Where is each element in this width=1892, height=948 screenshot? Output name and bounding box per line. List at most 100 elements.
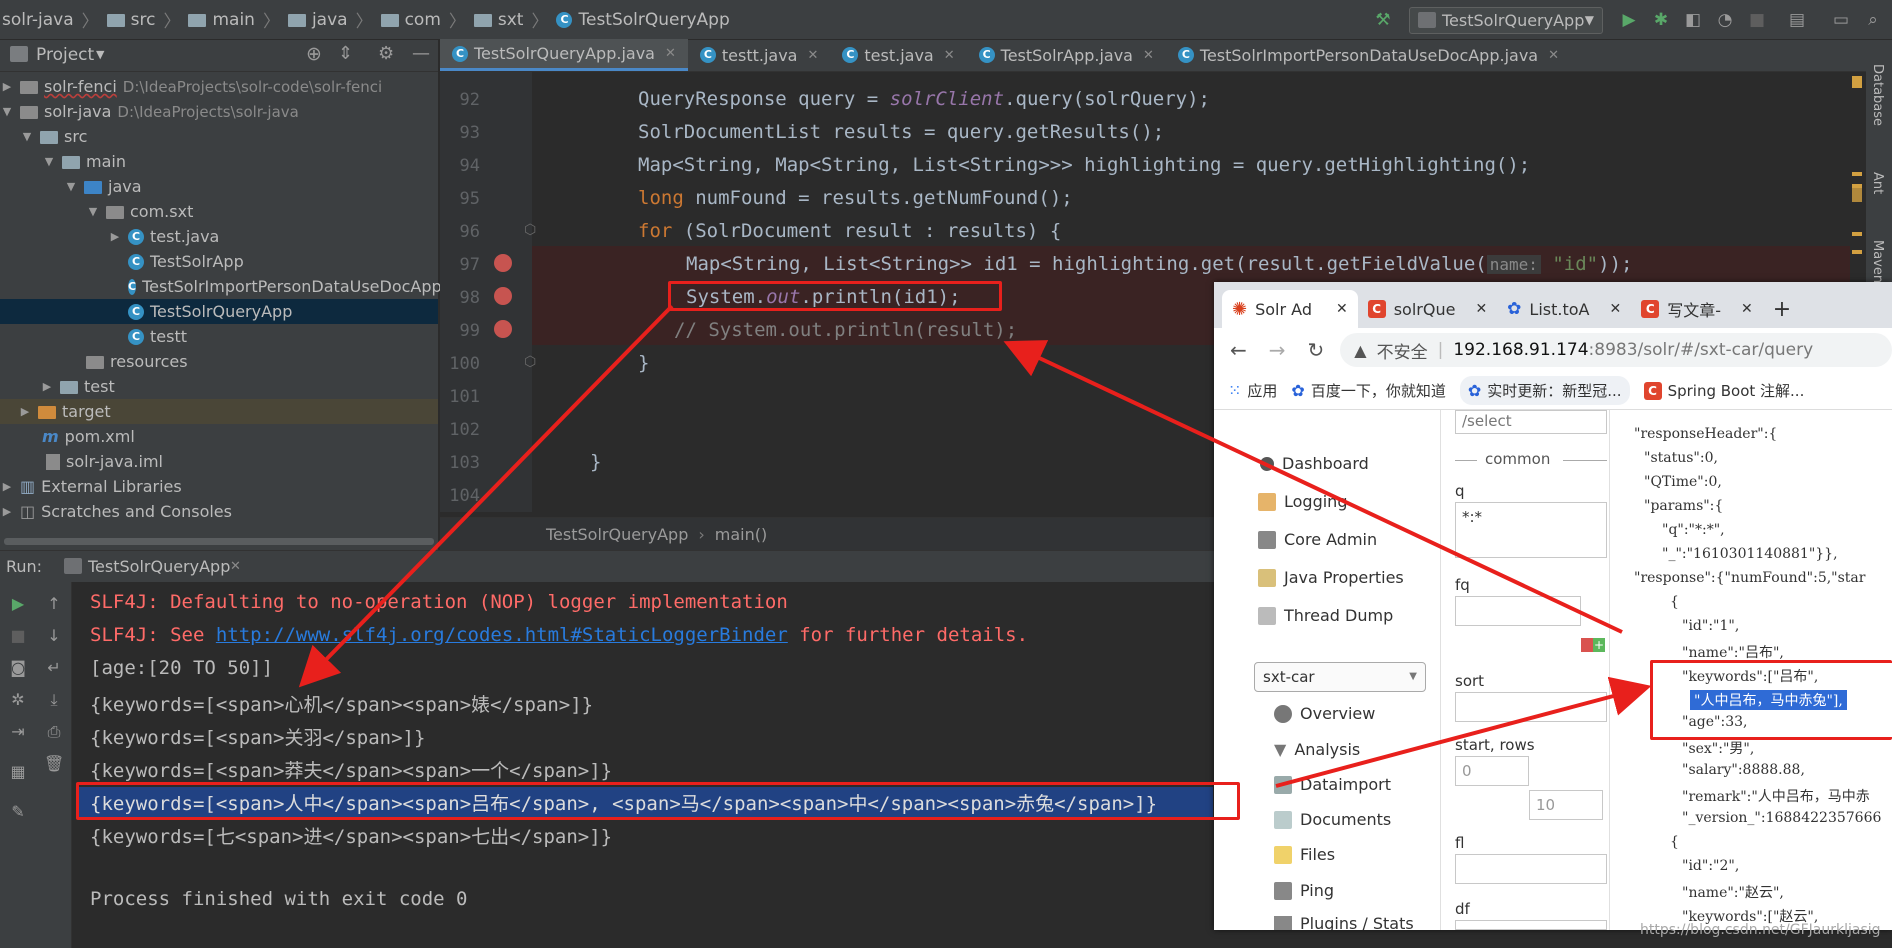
close-icon[interactable]: ✕ [1548, 48, 1559, 63]
debug-icon[interactable]: ✱ [1650, 9, 1672, 31]
fl-input[interactable] [1455, 854, 1607, 884]
reload-icon[interactable]: ↻ [1308, 338, 1325, 362]
bookmark-apps[interactable]: ⁙ 应用 [1228, 380, 1277, 401]
tree-item-external-libraries[interactable]: ▶ ▥ External Libraries [0, 474, 438, 499]
remove-fq-icon[interactable] [1581, 638, 1593, 652]
trash-icon[interactable]: 🗑 [44, 754, 64, 774]
browser-tab-write-article[interactable]: C 写文章- ✕ [1631, 290, 1763, 328]
url-input[interactable]: ▲ 不安全 | 192.168.91.174:8983/solr/#/sxt-c… [1340, 333, 1892, 367]
breadcrumb-item[interactable]: C TestSolrQueryApp [556, 10, 730, 30]
layout-icon[interactable]: ▭ [1830, 9, 1852, 31]
bookmark-baidu[interactable]: ✿ 百度一下，你就知道 [1291, 380, 1445, 401]
breadcrumb-class[interactable]: TestSolrQueryApp [546, 525, 688, 544]
bookmark-spring-boot[interactable]: C Spring Boot 注解... [1643, 380, 1804, 401]
back-icon[interactable]: ← [1230, 338, 1247, 362]
project-panel-title[interactable]: Project [36, 45, 94, 65]
camera-icon[interactable]: ◙ [8, 658, 28, 678]
fold-icon[interactable]: ⬡ [524, 222, 536, 238]
tree-item-pom[interactable]: m pom.xml [0, 424, 438, 449]
tree-item-target[interactable]: ▶ target [0, 399, 438, 424]
hammer-icon[interactable]: ⚒ [1372, 9, 1394, 31]
soft-wrap-icon[interactable]: ↵ [44, 658, 64, 678]
rerun-icon[interactable]: ▶ [8, 594, 28, 614]
close-icon[interactable]: ✕ [1609, 301, 1621, 317]
layout-icon[interactable]: ▦ [8, 762, 28, 782]
breakpoint-icon[interactable] [494, 287, 512, 305]
tree-item-test[interactable]: ▶ test [0, 374, 438, 399]
print-icon[interactable]: ⎙ [44, 722, 64, 742]
df-input[interactable] [1455, 920, 1607, 930]
gear-icon[interactable]: ⚙ [378, 43, 394, 64]
locate-icon[interactable]: ⊕ [306, 43, 322, 65]
stop-icon[interactable]: ■ [8, 626, 28, 646]
q-input[interactable]: *:* [1455, 502, 1607, 558]
core-selector[interactable]: sxt-car ▼ [1254, 662, 1426, 692]
settings-icon[interactable]: ✲ [8, 690, 28, 710]
tree-item-com-sxt[interactable]: ▼ com.sxt [0, 199, 438, 224]
up-arrow-icon[interactable]: ↑ [44, 594, 64, 614]
breakpoint-icon[interactable] [494, 320, 512, 338]
tree-scrollbar[interactable] [0, 532, 438, 550]
search-icon[interactable]: ⌕ [1862, 9, 1884, 31]
breadcrumb-item[interactable]: solr-java [2, 10, 74, 30]
breadcrumb-item[interactable]: main [188, 10, 255, 30]
tree-item-src[interactable]: ▼ src [0, 124, 438, 149]
tree-item-iml[interactable]: solr-java.iml [0, 449, 438, 474]
tree-item-java[interactable]: ▼ java [0, 174, 438, 199]
nav-dashboard[interactable]: Dashboard [1260, 454, 1369, 473]
run-configuration-select[interactable]: TestSolrQueryApp ▼ [1409, 7, 1603, 34]
add-fq-icon[interactable]: + [1593, 638, 1605, 652]
nav-logging[interactable]: Logging [1258, 492, 1347, 511]
close-icon[interactable]: ✕ [1143, 48, 1154, 63]
rows-input[interactable]: 10 [1529, 790, 1603, 820]
pin-icon[interactable]: ✎ [8, 802, 28, 822]
maven-tool-button[interactable]: Maven [1870, 240, 1885, 283]
close-icon[interactable]: ✕ [230, 559, 241, 574]
tree-item-testsolrapp[interactable]: C TestSolrApp [0, 249, 438, 274]
tree-item-solr-java[interactable]: ▼ solr-java D:\IdeaProjects\solr-java [0, 99, 438, 124]
start-input[interactable]: 0 [1455, 756, 1529, 786]
breadcrumb-item[interactable]: com [380, 10, 441, 30]
collapse-all-icon[interactable]: ⇕ [338, 43, 353, 64]
close-icon[interactable]: ✕ [807, 48, 818, 63]
tree-item-scratches[interactable]: ▶ ◫ Scratches and Consoles [0, 499, 438, 524]
fq-input[interactable] [1455, 596, 1581, 626]
nav-overview[interactable]: Overview [1274, 704, 1375, 723]
tab-testsolrqueryapp[interactable]: C TestSolrQueryApp.java ✕ [440, 39, 688, 71]
console-link[interactable]: http://www.slf4j.org/codes.html#StaticLo… [216, 624, 788, 646]
new-tab-button[interactable]: + [1763, 290, 1801, 328]
tree-item-testsolrimport[interactable]: C TestSolrImportPersonDataUseDocApp [0, 274, 442, 299]
nav-core-admin[interactable]: Core Admin [1258, 530, 1377, 549]
breadcrumb-method[interactable]: main() [715, 525, 767, 544]
down-arrow-icon[interactable]: ↓ [44, 626, 64, 646]
fold-icon[interactable]: ⬡ [524, 354, 536, 370]
hide-icon[interactable]: — [412, 43, 430, 64]
nav-ping[interactable]: Ping [1274, 881, 1334, 900]
profile-icon[interactable]: ◔ [1714, 9, 1736, 31]
tab-testsolrimport[interactable]: C TestSolrImportPersonDataUseDocApp.java ✕ [1166, 39, 1571, 71]
request-handler-input[interactable]: /select [1455, 410, 1607, 434]
coverage-icon[interactable]: ◧ [1682, 9, 1704, 31]
run-icon[interactable]: ▶ [1618, 9, 1640, 31]
close-icon[interactable]: ✕ [1741, 301, 1753, 317]
breakpoint-icon[interactable] [494, 254, 512, 272]
forward-icon[interactable]: → [1269, 338, 1286, 362]
stop-icon[interactable]: ■ [1746, 9, 1768, 31]
breadcrumb-item[interactable]: java [287, 10, 348, 30]
breadcrumb-item[interactable]: src [106, 10, 155, 30]
close-icon[interactable]: ✕ [944, 48, 955, 63]
close-icon[interactable]: ✕ [1475, 301, 1487, 317]
sort-input[interactable] [1455, 692, 1607, 722]
tree-item-test-java[interactable]: ▶ Ctest.java [0, 224, 438, 249]
ant-tool-button[interactable]: Ant [1870, 172, 1885, 194]
browser-tab-list-toarray[interactable]: ✿ List.toA ✕ [1497, 290, 1631, 328]
close-icon[interactable]: ✕ [665, 46, 676, 61]
tree-item-main[interactable]: ▼ main [0, 149, 438, 174]
tab-testsolrapp[interactable]: C TestSolrApp.java ✕ [967, 39, 1166, 71]
browser-tab-solr-query[interactable]: CsolrQue ✕ [1358, 290, 1497, 328]
scroll-to-end-icon[interactable]: ⤓ [44, 690, 64, 710]
tree-item-resources[interactable]: resources [0, 349, 438, 374]
nav-files[interactable]: Files [1274, 845, 1335, 864]
nav-plugins[interactable]: Plugins / Stats [1274, 916, 1414, 930]
nav-thread-dump[interactable]: Thread Dump [1258, 606, 1393, 625]
